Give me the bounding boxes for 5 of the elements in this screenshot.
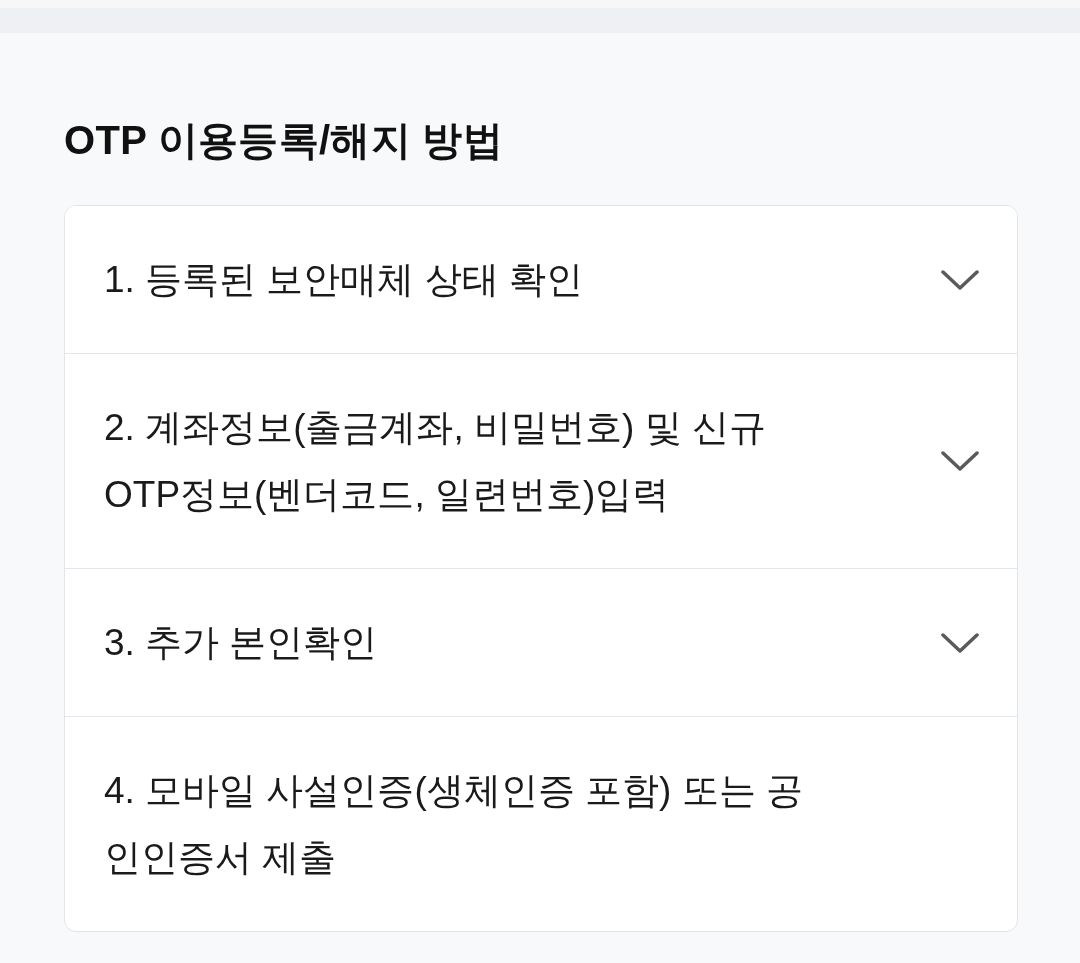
chevron-down-icon (941, 632, 979, 653)
chevron-down-icon (941, 269, 979, 290)
step-text: 4. 모바일 사설인증(생체인증 포함) 또는 공인인증서 제출 (104, 769, 804, 880)
chevron-down-icon (941, 451, 979, 471)
section-heading: OTP 이용등록/해지 방법 (64, 117, 504, 164)
